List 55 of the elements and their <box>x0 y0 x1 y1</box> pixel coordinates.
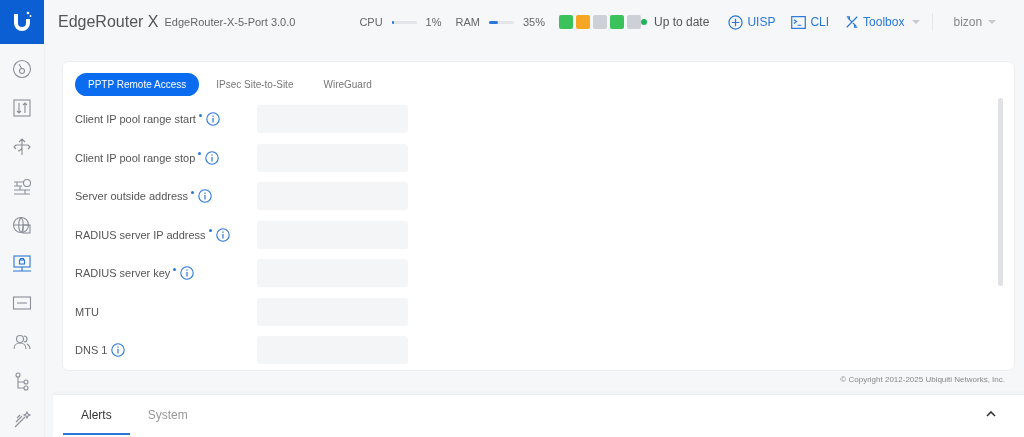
sidebar-item[interactable] <box>11 176 33 196</box>
field-label: Client IP pool range start <box>75 113 196 126</box>
update-status: Up to date <box>654 15 710 29</box>
model-version: EdgeRouter-X-5-Port 3.0.0 <box>164 16 296 28</box>
sidebar-item[interactable] <box>11 215 33 235</box>
ram-meter <box>488 20 514 24</box>
user-menu[interactable]: bizon <box>953 15 983 29</box>
toolbox-menu[interactable]: Toolbox <box>845 15 905 29</box>
routing-icon <box>12 137 32 157</box>
info-icon[interactable] <box>205 150 220 165</box>
terminal-icon <box>791 15 807 29</box>
info-icon[interactable] <box>205 112 220 127</box>
caret-icon[interactable] <box>988 19 997 25</box>
ram-label: RAM <box>455 16 480 28</box>
tab[interactable]: PPTP Remote Access <box>75 73 200 96</box>
sidebar-item[interactable] <box>11 59 33 79</box>
firewall-icon <box>12 176 32 196</box>
field-label: MTU <box>75 305 99 318</box>
info-icon[interactable] <box>111 343 126 358</box>
panel-tab[interactable]: System <box>129 397 206 435</box>
arrows-icon <box>12 98 32 118</box>
tree-icon <box>12 371 32 391</box>
sidebar-item[interactable] <box>11 137 33 157</box>
field-label: Client IP pool range stop <box>75 151 196 164</box>
field-label: DNS 1 <box>75 344 108 357</box>
globe-icon <box>12 215 32 235</box>
cli-link[interactable]: CLI <box>791 15 830 29</box>
tab[interactable]: WireGuard <box>310 73 385 96</box>
status-dot <box>641 19 647 25</box>
ram-reading: 35% <box>522 16 545 28</box>
caret-icon[interactable] <box>912 19 921 25</box>
tab[interactable]: IPsec Site-to-Site <box>203 73 307 96</box>
scrollbar[interactable] <box>998 98 1003 286</box>
field-label: RADIUS server key <box>75 267 171 280</box>
gauge-icon <box>12 59 32 79</box>
info-icon[interactable] <box>215 227 230 242</box>
sidebar-item[interactable] <box>11 332 33 352</box>
monitor-icon <box>12 254 32 274</box>
plus-circle-icon <box>728 14 744 30</box>
cpu-reading: 1% <box>425 16 442 28</box>
sidebar-item[interactable] <box>11 254 33 274</box>
tools-icon <box>845 15 860 29</box>
uisp-link[interactable]: UISP <box>728 14 776 30</box>
cpu-label: CPU <box>359 16 383 28</box>
sidebar-item[interactable] <box>11 98 33 118</box>
users-icon <box>12 332 32 352</box>
field-label: Server outside address <box>75 190 189 203</box>
chevron-up-icon[interactable] <box>986 411 996 417</box>
copyright-text: © Copyright 2012-2025 Ubiquiti Networks, Inc. <box>839 374 1006 386</box>
wand-icon <box>12 410 32 430</box>
field-label: RADIUS server IP address <box>75 228 206 241</box>
product-name: EdgeRouter X <box>58 13 159 31</box>
panel-tab[interactable]: Alerts <box>63 397 130 435</box>
info-icon[interactable] <box>180 266 195 281</box>
info-icon[interactable] <box>198 189 213 204</box>
